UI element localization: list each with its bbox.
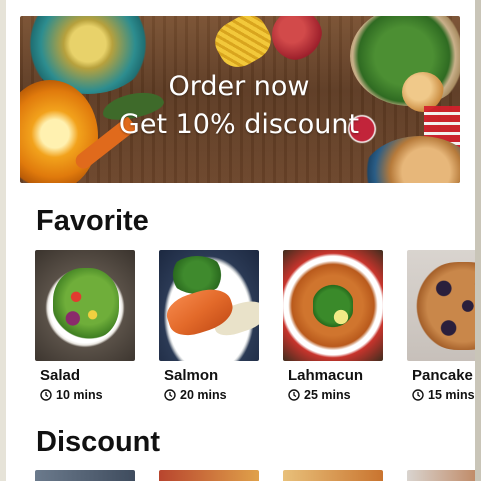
clock-icon bbox=[288, 389, 300, 401]
food-card-salad[interactable]: Salad 10 mins bbox=[35, 250, 135, 402]
clock-icon bbox=[40, 389, 52, 401]
promo-banner[interactable]: Order now Get 10% discount bbox=[20, 16, 460, 183]
banner-text: Order now Get 10% discount bbox=[114, 68, 364, 144]
clock-icon bbox=[412, 389, 424, 401]
app-screen: Order now Get 10% discount Favorite Sala… bbox=[6, 0, 475, 481]
food-card-lahmacun[interactable]: Lahmacun 25 mins bbox=[283, 250, 383, 402]
food-image-salad bbox=[35, 250, 135, 361]
food-time-label: 25 mins bbox=[304, 388, 351, 402]
food-card-salmon[interactable]: Salmon 20 mins bbox=[159, 250, 259, 402]
food-time-label: 20 mins bbox=[180, 388, 227, 402]
food-name: Salmon bbox=[164, 367, 219, 384]
food-time-label: 10 mins bbox=[56, 388, 103, 402]
banner-plate-image bbox=[360, 136, 460, 183]
food-time-label: 15 mins bbox=[428, 388, 475, 402]
banner-line-2: Get 10% discount bbox=[118, 109, 360, 140]
discount-list bbox=[35, 470, 475, 481]
favorite-section-title: Favorite bbox=[36, 205, 149, 237]
discount-card-image[interactable] bbox=[35, 470, 135, 481]
discount-card-image[interactable] bbox=[159, 470, 259, 481]
food-time: 20 mins bbox=[164, 388, 227, 402]
food-time: 10 mins bbox=[40, 388, 103, 402]
favorite-list: Salad 10 mins Salmon 20 mins Lahmacun 25… bbox=[35, 250, 475, 410]
food-time: 15 mins bbox=[412, 388, 475, 402]
discount-card-image[interactable] bbox=[283, 470, 383, 481]
banner-radish-image bbox=[272, 16, 322, 60]
clock-icon bbox=[164, 389, 176, 401]
banner-corn-image bbox=[208, 16, 278, 75]
food-name: Pancake bbox=[412, 367, 473, 384]
banner-line-1: Order now bbox=[168, 71, 310, 102]
food-card-pancake[interactable]: Pancake 15 mins bbox=[407, 250, 475, 402]
food-time: 25 mins bbox=[288, 388, 351, 402]
device-edge bbox=[475, 0, 481, 481]
discount-section-title: Discount bbox=[36, 426, 161, 458]
food-image-salmon bbox=[159, 250, 259, 361]
food-name: Lahmacun bbox=[288, 367, 364, 384]
food-image-pancake bbox=[407, 250, 475, 361]
food-image-lahmacun bbox=[283, 250, 383, 361]
discount-card-image[interactable] bbox=[407, 470, 475, 481]
food-name: Salad bbox=[40, 367, 81, 384]
